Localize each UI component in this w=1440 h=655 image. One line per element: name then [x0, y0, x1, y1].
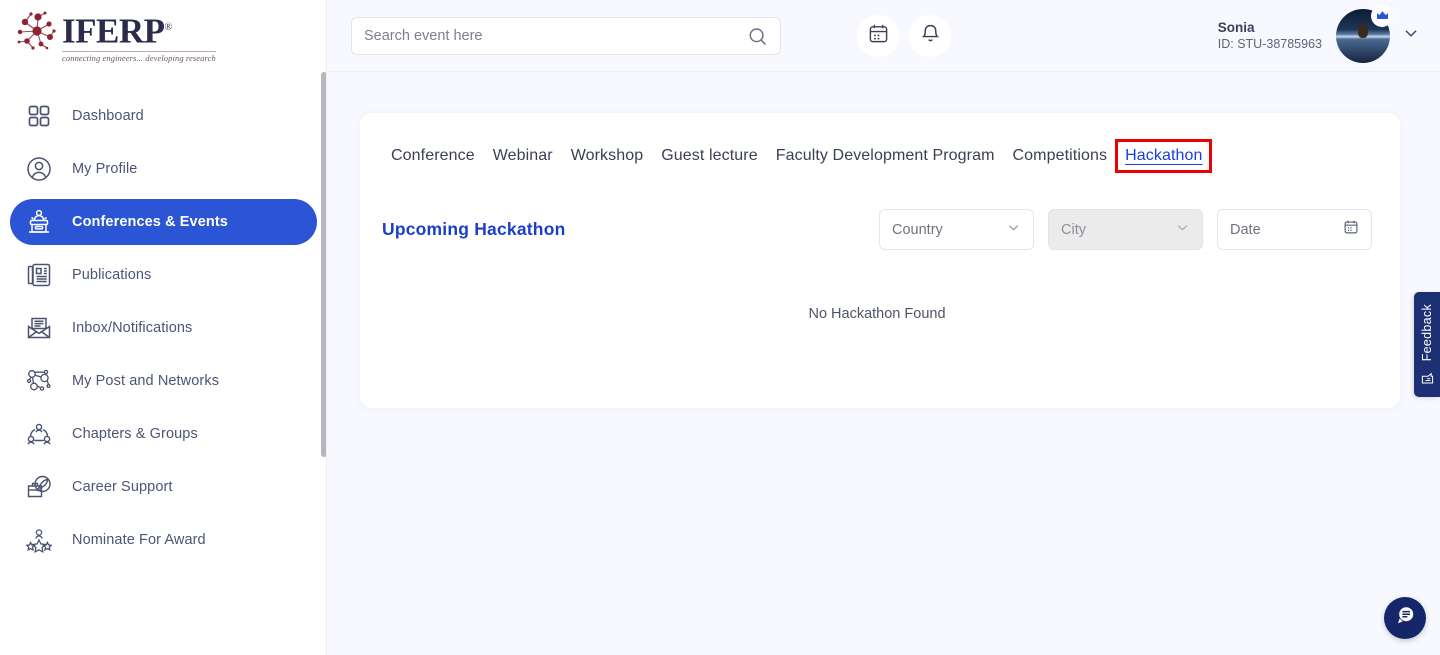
brand-logo[interactable]: IFERP® connecting engineers... developin… — [0, 0, 327, 72]
empty-state-message: No Hackathon Found — [382, 306, 1372, 322]
search-input[interactable] — [364, 28, 768, 44]
sidebar-item-inbox-notifications[interactable]: Inbox/Notifications — [10, 305, 317, 351]
event-type-tabs: Conference Webinar Workshop Guest lectur… — [382, 141, 1372, 171]
tab-competitions[interactable]: Competitions — [1004, 141, 1117, 171]
sidebar-item-chapters-groups[interactable]: Chapters & Groups — [10, 411, 317, 457]
brand-tagline: connecting engineers... developing resea… — [62, 51, 216, 63]
user-name: Sonia — [1218, 19, 1322, 36]
sidebar-item-label: My Post and Networks — [72, 373, 219, 389]
registered-mark: ® — [165, 22, 172, 33]
search-input-wrapper[interactable] — [351, 17, 781, 55]
sidebar: IFERP® connecting engineers... developin… — [0, 0, 327, 655]
calendar-icon — [868, 23, 889, 49]
tab-conference[interactable]: Conference — [382, 141, 484, 171]
events-card: Conference Webinar Workshop Guest lectur… — [360, 113, 1400, 408]
app-root: IFERP® connecting engineers... developin… — [0, 0, 1440, 655]
top-bar: Sonia ID: STU-38785963 — [327, 0, 1440, 72]
molecule-network-icon — [14, 9, 60, 55]
content-area: Conference Webinar Workshop Guest lectur… — [327, 72, 1440, 408]
sidebar-item-conferences-events[interactable]: Conferences & Events — [10, 199, 317, 245]
city-select-label: City — [1061, 222, 1086, 238]
user-menu[interactable]: Sonia ID: STU-38785963 — [1218, 9, 1420, 63]
page-title: Upcoming Hackathon — [382, 219, 565, 240]
main-area: Sonia ID: STU-38785963 — [327, 0, 1440, 655]
crown-icon — [1371, 5, 1393, 27]
tab-guest-lecture[interactable]: Guest lecture — [652, 141, 766, 171]
chevron-down-icon — [1006, 220, 1021, 240]
sidebar-item-label: Chapters & Groups — [72, 426, 198, 442]
chevron-down-icon — [1175, 220, 1190, 240]
tab-workshop[interactable]: Workshop — [562, 141, 653, 171]
brand-name: IFERP® — [62, 11, 216, 49]
feedback-chat-icon — [1421, 367, 1434, 385]
country-select[interactable]: Country — [879, 209, 1034, 250]
envelope-icon — [22, 311, 56, 345]
sidebar-item-my-profile[interactable]: My Profile — [10, 146, 317, 192]
chat-bubble-icon — [1393, 604, 1417, 633]
feedback-tab[interactable]: Feedback — [1414, 292, 1440, 397]
country-select-label: Country — [892, 222, 943, 238]
chevron-down-icon[interactable] — [1402, 24, 1420, 47]
people-group-icon — [22, 417, 56, 451]
briefcase-rocket-icon — [22, 470, 56, 504]
sidebar-item-label: Publications — [72, 267, 151, 283]
tagline-part2: developing research — [145, 53, 215, 63]
chat-button[interactable] — [1384, 597, 1426, 639]
network-nodes-icon — [22, 364, 56, 398]
filter-controls: Country City — [879, 209, 1372, 250]
podium-icon — [22, 205, 56, 239]
sidebar-nav: Dashboard My Profile — [0, 72, 327, 563]
tab-hackathon[interactable]: Hackathon — [1116, 141, 1211, 171]
city-select[interactable]: City — [1048, 209, 1203, 250]
calendar-button[interactable] — [857, 15, 899, 57]
search-icon[interactable] — [748, 27, 768, 52]
sidebar-item-nominate-for-award[interactable]: Nominate For Award — [10, 517, 317, 563]
tagline-part1: connecting engineers... — [62, 53, 143, 63]
tab-faculty-development-program[interactable]: Faculty Development Program — [767, 141, 1004, 171]
bell-icon — [920, 23, 941, 49]
sidebar-item-label: Inbox/Notifications — [72, 320, 192, 336]
feedback-label: Feedback — [1420, 304, 1434, 361]
sidebar-item-label: My Profile — [72, 161, 137, 177]
sidebar-item-career-support[interactable]: Career Support — [10, 464, 317, 510]
sidebar-item-my-post-and-networks[interactable]: My Post and Networks — [10, 358, 317, 404]
user-info: Sonia ID: STU-38785963 — [1218, 19, 1322, 53]
avatar-wrapper[interactable] — [1336, 9, 1390, 63]
grid-icon — [22, 99, 56, 133]
award-stars-icon — [22, 523, 56, 557]
sidebar-item-label: Career Support — [72, 479, 173, 495]
sidebar-item-dashboard[interactable]: Dashboard — [10, 93, 317, 139]
topbar-action-icons — [847, 15, 951, 57]
date-select[interactable]: Date — [1217, 209, 1372, 250]
user-id: ID: STU-38785963 — [1218, 36, 1322, 53]
date-select-label: Date — [1230, 222, 1261, 238]
notification-button[interactable] — [909, 15, 951, 57]
sidebar-item-label: Nominate For Award — [72, 532, 206, 548]
sidebar-item-label: Dashboard — [72, 108, 144, 124]
user-circle-icon — [22, 152, 56, 186]
newspaper-icon — [22, 258, 56, 292]
calendar-icon — [1343, 219, 1359, 240]
tab-webinar[interactable]: Webinar — [484, 141, 562, 171]
sidebar-item-label: Conferences & Events — [72, 214, 228, 230]
filters-row: Upcoming Hackathon Country City — [382, 209, 1372, 250]
sidebar-item-publications[interactable]: Publications — [10, 252, 317, 298]
